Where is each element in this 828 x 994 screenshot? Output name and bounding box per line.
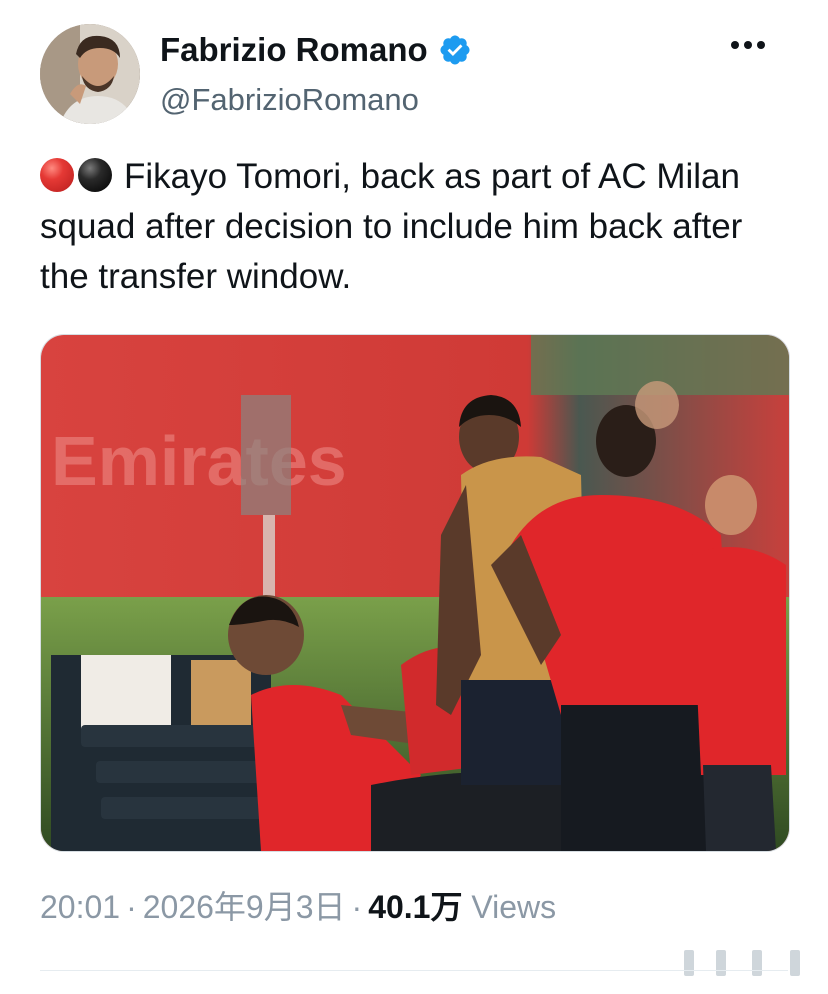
svg-text:Emirates: Emirates: [51, 422, 347, 500]
avatar-photo-icon: [40, 24, 140, 124]
red-circle-icon: [40, 158, 74, 192]
like-action-icon[interactable]: [752, 950, 762, 976]
meta-separator: ·: [126, 889, 137, 925]
verified-badge-icon: [440, 35, 470, 65]
tweet-photo[interactable]: Emirates: [40, 334, 790, 852]
black-circle-icon: [78, 158, 112, 192]
views-label: Views: [471, 889, 557, 925]
tweet-text: Fikayo Tomori, back as part of AC Milan …: [40, 152, 780, 302]
more-options-button[interactable]: [724, 30, 772, 60]
display-name-text: Fabrizio Romano: [160, 31, 428, 68]
retweet-action-icon[interactable]: [716, 950, 726, 976]
display-name[interactable]: Fabrizio Romano: [160, 28, 472, 72]
tweet-card: Fabrizio Romano @FabrizioRomano Fikayo T…: [0, 0, 828, 994]
divider: [40, 970, 788, 971]
meta-separator: ·: [351, 889, 363, 925]
training-photo-icon: Emirates: [41, 335, 789, 851]
tweet-meta: 20:01 · 2026年9月3日 · 40.1万 Views: [40, 884, 556, 930]
reply-action-icon[interactable]: [684, 950, 694, 976]
share-action-icon[interactable]: [790, 950, 800, 976]
avatar[interactable]: [40, 24, 140, 124]
tweet-date[interactable]: 2026年9月3日: [143, 889, 346, 925]
tweet-time[interactable]: 20:01: [40, 889, 120, 925]
user-handle[interactable]: @FabrizioRomano: [160, 80, 419, 120]
ellipsis-icon: [731, 41, 765, 49]
tweet-body: Fikayo Tomori, back as part of AC Milan …: [40, 157, 743, 296]
views-count: 40.1万: [368, 889, 463, 925]
